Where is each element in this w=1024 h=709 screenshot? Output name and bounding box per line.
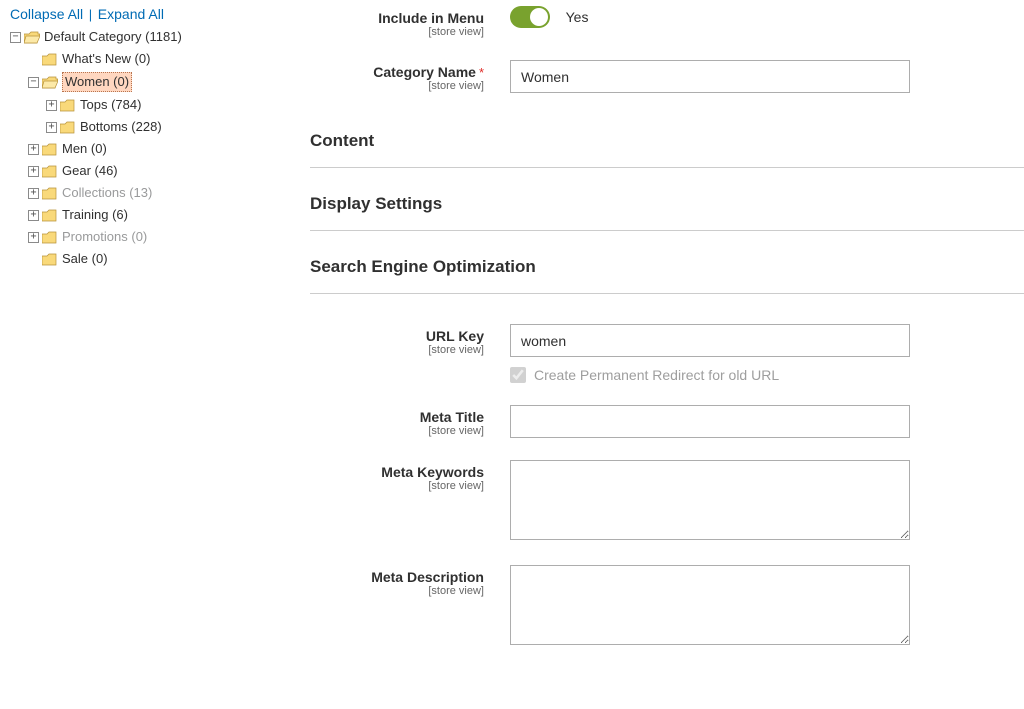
field-meta-title: Meta Title [store view] [310,405,1024,438]
field-meta-description: Meta Description [store view] [310,565,1024,648]
tree-label[interactable]: Collections (13) [62,184,152,202]
toggle-plus-icon[interactable]: + [28,232,39,243]
meta-title-input[interactable] [510,405,910,438]
toggle-plus-icon[interactable]: + [28,210,39,221]
field-scope: [store view] [310,80,484,92]
field-control [510,405,1024,438]
field-meta-keywords: Meta Keywords [store view] [310,460,1024,543]
field-label: URL Key [426,328,484,344]
section-seo[interactable]: Search Engine Optimization [310,241,1024,294]
tree-node-gear[interactable]: + Gear (46) [28,160,280,182]
tree-label[interactable]: Promotions (0) [62,228,147,246]
folder-closed-icon [60,121,76,134]
tree-node-tops[interactable]: + Tops (784) [46,94,280,116]
category-name-input[interactable] [510,60,910,93]
tree-node-collections[interactable]: + Collections (13) [28,182,280,204]
folder-closed-icon [42,143,58,156]
required-icon: * [479,65,484,80]
field-label-wrap: Category Name* [store view] [310,60,510,93]
tree-node-sale[interactable]: Sale (0) [28,248,280,270]
folder-closed-icon [42,53,58,66]
toggle-value: Yes [566,9,589,25]
field-label: Include in Menu [378,10,484,26]
tree-label[interactable]: Gear (46) [62,162,118,180]
tree-node-women[interactable]: − Women (0) [28,70,280,94]
folder-closed-icon [42,209,58,222]
tree-label[interactable]: Tops (784) [80,96,141,114]
toggle-plus-icon[interactable]: + [28,166,39,177]
section-display-settings[interactable]: Display Settings [310,178,1024,231]
category-form: Include in Menu [store view] Yes Categor… [290,0,1024,709]
field-label: Category Name [373,64,476,80]
field-label-wrap: Include in Menu [store view] [310,6,510,38]
toggle-switch[interactable] [510,6,550,28]
tree-node-promotions[interactable]: + Promotions (0) [28,226,280,248]
field-scope: [store view] [310,344,484,356]
tree-label[interactable]: Men (0) [62,140,107,158]
field-label: Meta Description [371,569,484,585]
folder-closed-icon [42,231,58,244]
meta-keywords-input[interactable] [510,460,910,540]
field-control [510,565,1024,648]
folder-closed-icon [60,99,76,112]
collapse-all-link[interactable]: Collapse All [10,6,83,22]
url-key-input[interactable] [510,324,910,357]
field-url-key: URL Key [store view] Create Permanent Re… [310,324,1024,383]
toggle-plus-icon[interactable]: + [46,122,57,133]
field-scope: [store view] [310,480,484,492]
field-control: Create Permanent Redirect for old URL [510,324,1024,383]
tree-node-men[interactable]: + Men (0) [28,138,280,160]
separator: | [87,7,94,22]
category-tree-sidebar: Collapse All | Expand All − Default Cate… [0,0,290,709]
field-control [510,460,1024,543]
redirect-checkbox-row: Create Permanent Redirect for old URL [510,367,944,383]
field-label-wrap: Meta Keywords [store view] [310,460,510,543]
toggle-blank [28,254,39,265]
tree-label-selected[interactable]: Women (0) [62,72,132,92]
category-tree: − Default Category (1181) What's New (0)… [10,26,280,270]
folder-closed-icon [42,187,58,200]
tree-node-root[interactable]: − Default Category (1181) [10,26,280,48]
toggle-blank [28,54,39,65]
field-label-wrap: Meta Title [store view] [310,405,510,438]
field-scope: [store view] [310,585,484,597]
tree-node-bottoms[interactable]: + Bottoms (228) [46,116,280,138]
folder-closed-icon [42,253,58,266]
field-scope: [store view] [310,425,484,437]
redirect-checkbox [510,367,526,383]
tree-node-whats-new[interactable]: What's New (0) [28,48,280,70]
tree-label[interactable]: Training (6) [62,206,128,224]
field-control: Yes [510,6,1024,38]
expand-all-link[interactable]: Expand All [98,6,164,22]
redirect-label: Create Permanent Redirect for old URL [534,367,779,383]
field-include-in-menu: Include in Menu [store view] Yes [310,6,1024,38]
tree-label[interactable]: What's New (0) [62,50,150,68]
field-scope: [store view] [310,26,484,38]
toggle-minus-icon[interactable]: − [10,32,21,43]
tree-label[interactable]: Default Category (1181) [44,28,182,46]
folder-open-icon [24,31,40,44]
tree-node-training[interactable]: + Training (6) [28,204,280,226]
toggle-plus-icon[interactable]: + [28,144,39,155]
tree-label[interactable]: Sale (0) [62,250,108,268]
section-content[interactable]: Content [310,115,1024,168]
field-label-wrap: URL Key [store view] [310,324,510,383]
tree-actions: Collapse All | Expand All [10,6,280,22]
meta-description-input[interactable] [510,565,910,645]
field-control [510,60,1024,93]
toggle-plus-icon[interactable]: + [28,188,39,199]
toggle-plus-icon[interactable]: + [46,100,57,111]
folder-open-icon [42,76,58,89]
field-label: Meta Title [420,409,484,425]
toggle-minus-icon[interactable]: − [28,77,39,88]
folder-closed-icon [42,165,58,178]
field-label: Meta Keywords [381,464,484,480]
field-label-wrap: Meta Description [store view] [310,565,510,648]
field-category-name: Category Name* [store view] [310,60,1024,93]
tree-label[interactable]: Bottoms (228) [80,118,162,136]
